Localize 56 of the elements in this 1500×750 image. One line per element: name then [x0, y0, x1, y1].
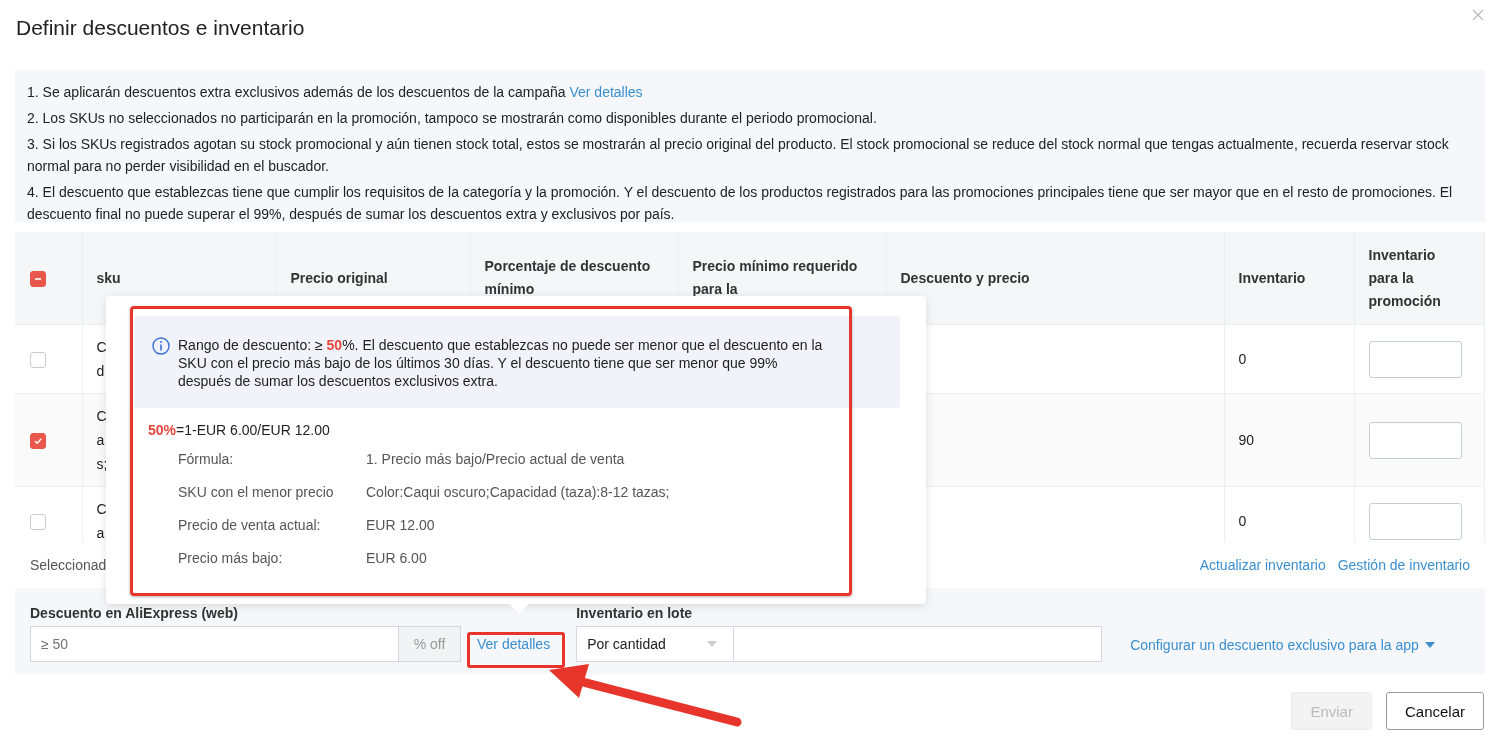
- note-text: 3. Si los SKUs registrados agotan su stock promocional y aún tienen stock total, estos se mostrarán al precio original del producto. El stock promocional se reduce del stock normal que tengas actualmente, recuerda reservar stock normal para no perder visibilidad en el buscador.: [27, 135, 1450, 176]
- detail-label: Fórmula:: [178, 450, 235, 467]
- discount-field[interactable]: ≥ 50: [30, 626, 399, 662]
- sku-text: C: [96, 500, 107, 519]
- column-header: Porcentaje de descuento mínimo: [484, 258, 651, 297]
- detail-label: Precio más bajo:: [178, 549, 284, 566]
- details-link[interactable]: Ver detalles: [477, 636, 551, 652]
- sku-text: a: [96, 431, 105, 450]
- sku-text: d: [96, 362, 105, 381]
- column-header: Precio mínimo requerido para la: [692, 258, 858, 297]
- promo-inventory-field[interactable]: [1368, 340, 1462, 378]
- inventory-mode-select[interactable]: Por cantidad: [576, 626, 735, 662]
- column-header: Inventario: [1238, 269, 1306, 286]
- inventory-label: Inventario en lote: [576, 605, 693, 621]
- promo-inventory-field[interactable]: [1368, 421, 1462, 459]
- caret-icon: [1424, 642, 1435, 648]
- note-text: 1. Se aplicarán descuentos extra exclusivos además de los descuentos de la campaña Ver detalles: [27, 83, 644, 102]
- selection-text: Seleccionad: [30, 557, 107, 573]
- column-header: Inventario para la promoción: [1368, 246, 1441, 309]
- inventory-link[interactable]: Actualizar inventario: [1199, 557, 1326, 573]
- row-checkbox[interactable]: [30, 351, 46, 368]
- close-icon[interactable]: [1472, 9, 1484, 21]
- app-discount-link[interactable]: Configurar un descuento exclusivo para la app: [1130, 637, 1435, 653]
- inventory-quantity-field[interactable]: [734, 626, 1103, 662]
- unit-addon: % off: [399, 626, 461, 662]
- sku-text: C: [96, 407, 107, 426]
- inventory-link[interactable]: Gestión de inventario: [1337, 557, 1470, 573]
- sku-text: a: [96, 524, 105, 542]
- row-checkbox[interactable]: [30, 513, 46, 530]
- column-header: Precio original: [290, 269, 388, 286]
- details-link[interactable]: Ver detalles: [569, 84, 643, 100]
- discount-label: Descuento en AliExpress (web): [30, 605, 238, 621]
- sku-text: C: [96, 338, 107, 357]
- inventory-value: 90: [1238, 432, 1255, 448]
- inventory-value: 0: [1238, 351, 1247, 367]
- detail-label: Precio de venta actual:: [178, 516, 322, 533]
- inventory-value: 0: [1238, 513, 1247, 529]
- select-all-checkbox[interactable]: [30, 270, 46, 287]
- detail-value: EUR 6.00: [366, 549, 427, 566]
- promo-inventory-field[interactable]: [1368, 502, 1462, 540]
- dialog-button[interactable]: Cancelar: [1385, 692, 1484, 730]
- dialog-title: Definir descuentos e inventario: [16, 16, 305, 40]
- column-header: Descuento y precio: [900, 269, 1030, 286]
- info-icon: [152, 337, 170, 355]
- info-text: Rango de descuento: ≥ 50%. El descuento que establezcas no puede ser menor que el descuento en la SKU con el precio más bajo de los últimos 30 días. Y el descuento tiene que ser menor que 99% después de sumar los descuentos exclusivos extra.: [178, 336, 824, 390]
- detail-value: 1. Precio más bajo/Precio actual de venta: [366, 450, 625, 467]
- note-text: 2. Los SKUs no seleccionados no participarán en la promoción, tampoco se mostrarán como disponibles durante el periodo promocional.: [27, 109, 878, 128]
- sku-text: s;: [96, 455, 108, 474]
- caret-icon: [707, 641, 718, 647]
- row-checkbox[interactable]: [30, 432, 46, 449]
- column-header: sku: [96, 269, 121, 286]
- detail-value: EUR 12.00: [366, 516, 435, 533]
- formula-text: 50%=1-EUR 6.00/EUR 12.00: [148, 422, 331, 438]
- detail-label: SKU con el menor precio: [178, 483, 335, 500]
- note-text: 4. El descuento que establezcas tiene que cumplir los requisitos de la categoría y la promoción. Y el descuento de los productos registrados para las promociones principales tiene que ser mayor que en el resto de promociones. El descuento final no puede superar el 99%, después de sumar los descuentos extra y exclusivos por país.: [27, 183, 1454, 224]
- detail-value: Color:Caqui oscuro;Capacidad (taza):8-12 tazas;: [366, 483, 670, 500]
